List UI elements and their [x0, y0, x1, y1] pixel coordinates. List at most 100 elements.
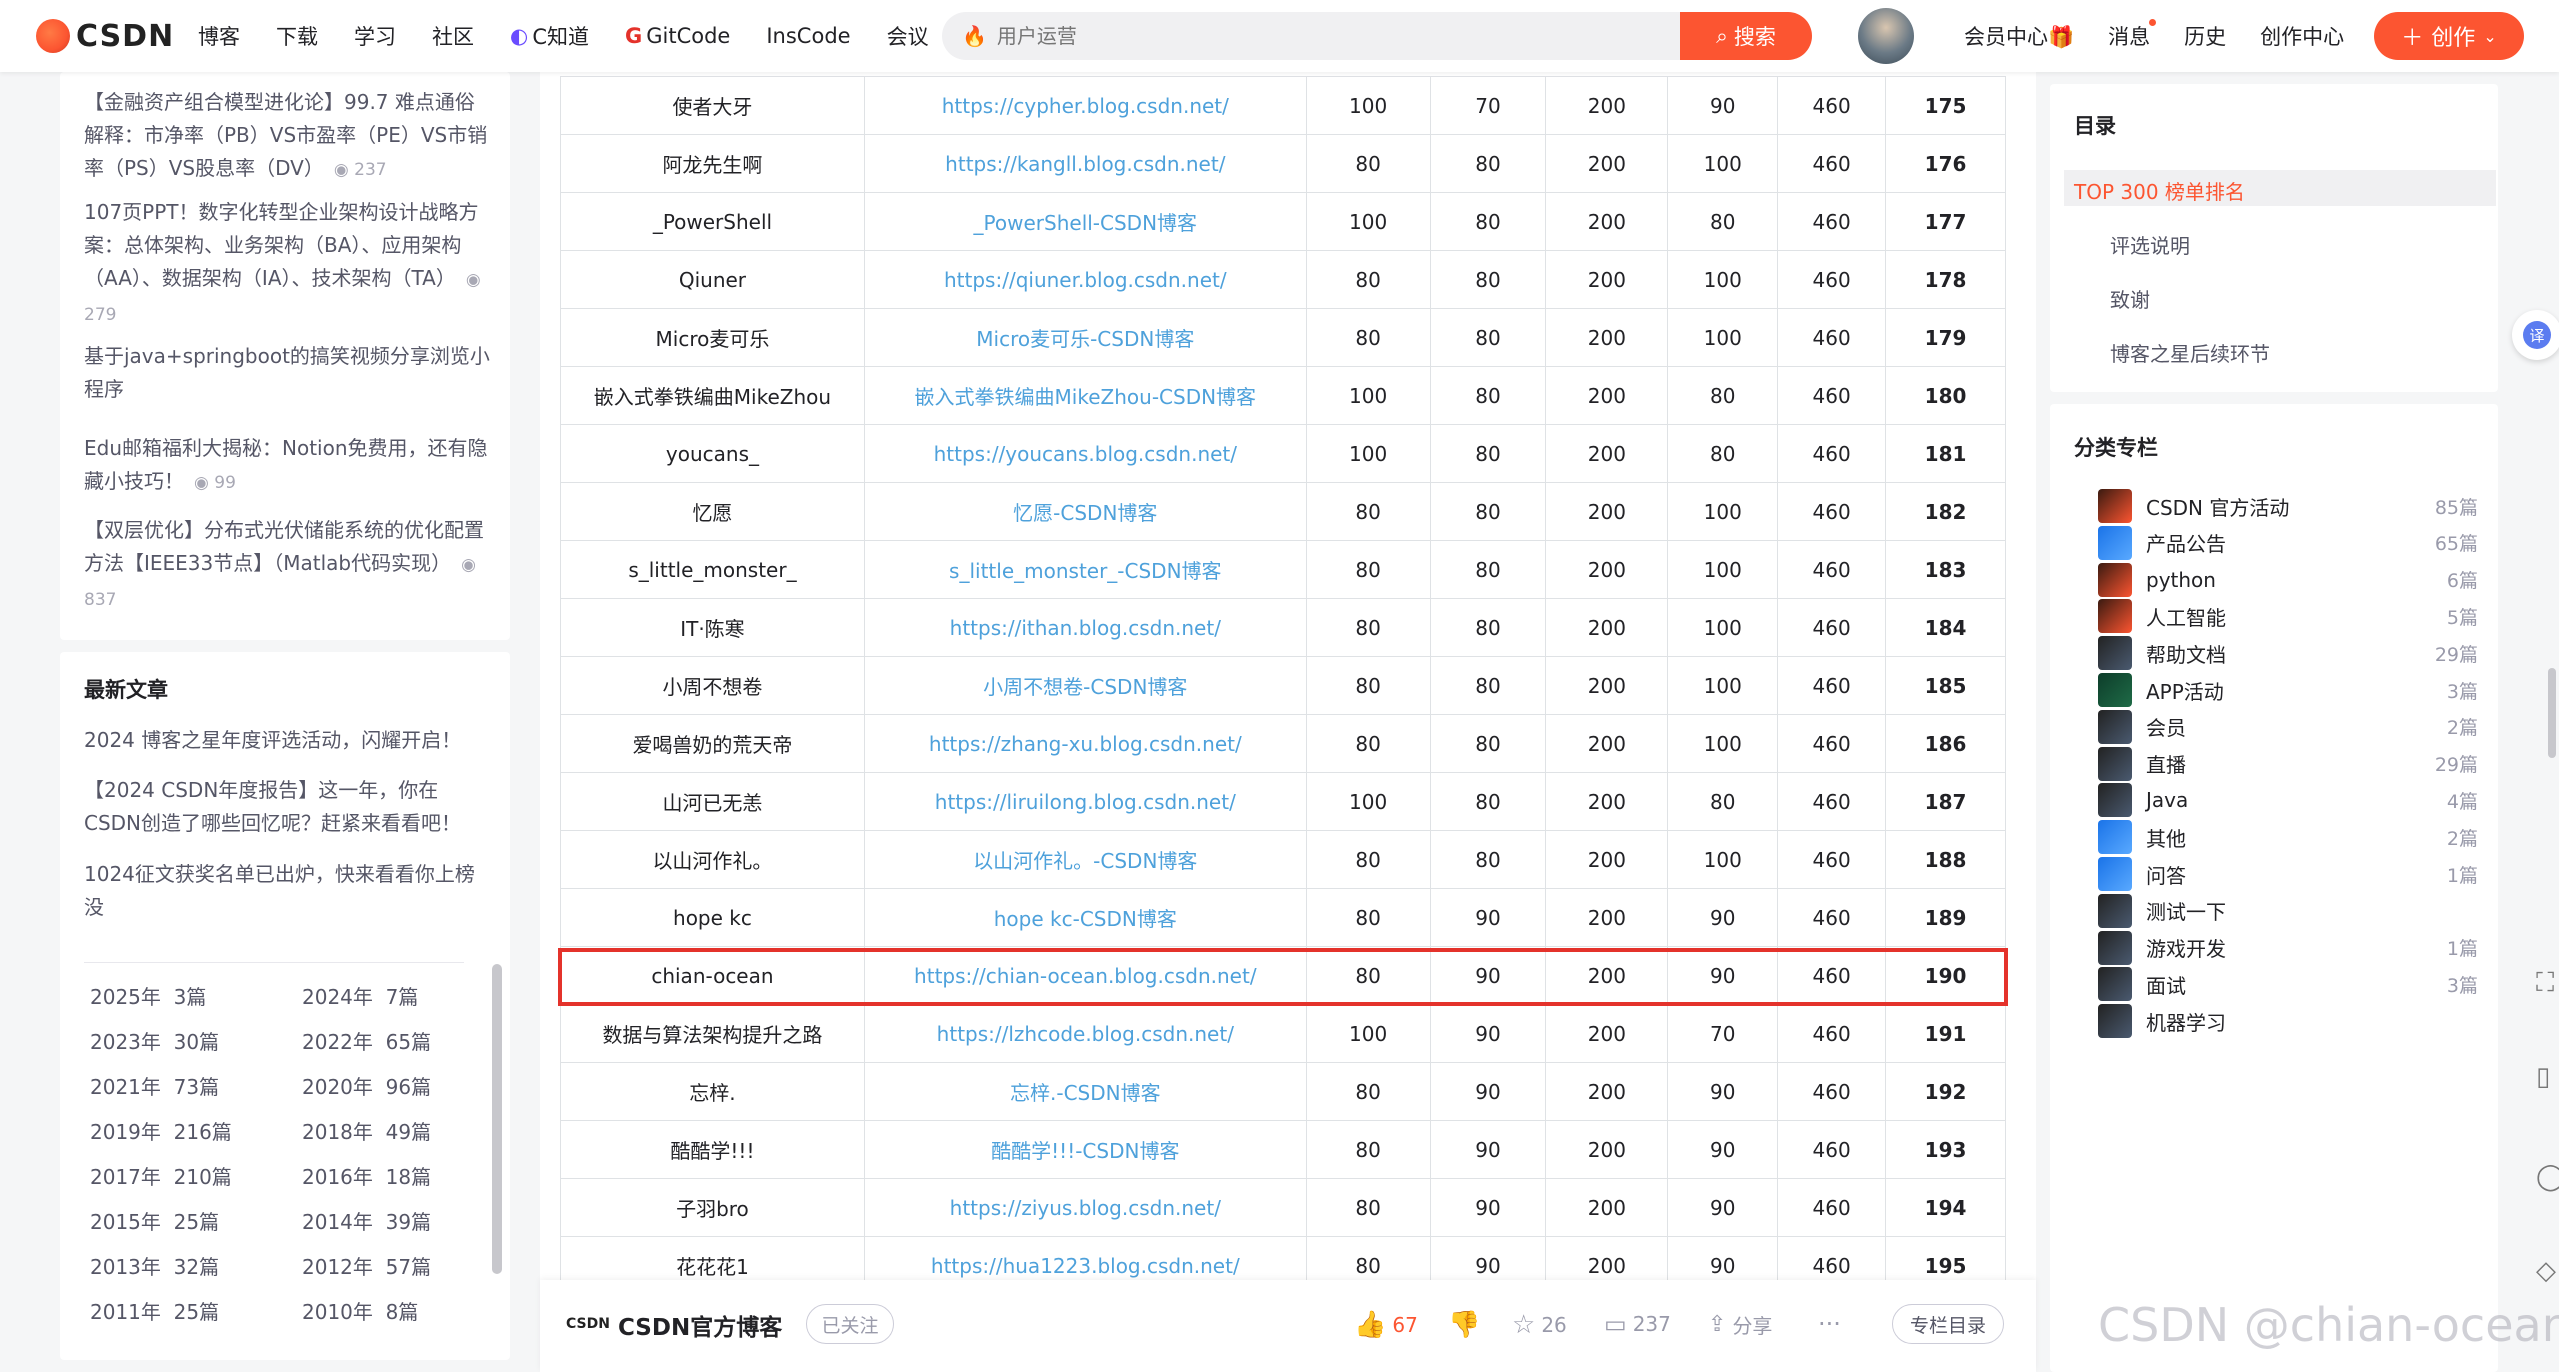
create-button[interactable]: ＋创作 ⌄ [2374, 12, 2524, 60]
related-article[interactable]: 基于java+springboot的搞笑视频分享浏览小程序 [84, 340, 490, 406]
nav-gitcode[interactable]: G GitCode [607, 24, 748, 48]
user-avatar[interactable] [1858, 8, 1914, 64]
table-row: chian-ocean https://chian-ocean.blog.csdn… [560, 946, 2006, 1005]
latest-article[interactable]: 1024征文获奖名单已出炉，快来看看你上榜没 [84, 858, 490, 924]
author-name[interactable]: CSDN官方博客 [618, 1308, 782, 1342]
archive-item[interactable]: 2021年 73篇 [90, 1071, 219, 1100]
blog-link-cell[interactable]: 小周不想卷-CSDN博客 [863, 656, 1307, 715]
more-icon[interactable]: ··· [1818, 1310, 1841, 1338]
blog-link-cell[interactable]: 嵌入式拳铁编曲MikeZhou-CSDN博客 [863, 366, 1307, 425]
follow-button[interactable]: 已关注 [806, 1304, 894, 1344]
archive-item[interactable]: 2015年 25篇 [90, 1206, 219, 1235]
category-item[interactable]: 问答 1篇 [2098, 854, 2478, 894]
nav-inscode[interactable]: InsCode [748, 24, 868, 48]
score-cell: 90 [1429, 946, 1547, 1005]
blog-link-cell[interactable]: https://ziyus.blog.csdn.net/ [863, 1178, 1307, 1237]
toc-item-thanks[interactable]: 致谢 [2110, 284, 2150, 313]
like-button[interactable]: 👍 67 [1354, 1310, 1418, 1340]
dislike-button[interactable]: 👎 [1448, 1310, 1480, 1340]
blog-link-cell[interactable]: https://ithan.blog.csdn.net/ [863, 598, 1307, 657]
blog-link-cell[interactable]: Micro麦可乐-CSDN博客 [863, 308, 1307, 367]
toc-item-next[interactable]: 博客之星后续环节 [2110, 338, 2270, 367]
page-scrollbar[interactable] [2548, 668, 2556, 758]
category-item[interactable]: APP活动 3篇 [2098, 670, 2478, 710]
blog-link-cell[interactable]: https://cypher.blog.csdn.net/ [863, 76, 1307, 135]
blog-link-cell[interactable]: _PowerShell-CSDN博客 [863, 192, 1307, 251]
nav-meeting[interactable]: 会议 [869, 21, 947, 51]
category-item[interactable]: Java 4篇 [2098, 780, 2478, 820]
archive-item[interactable]: 2024年 7篇 [302, 981, 418, 1010]
archive-item[interactable]: 2013年 32篇 [90, 1251, 219, 1280]
share-button[interactable]: ⇪ 分享 [1708, 1310, 1772, 1339]
blog-link-cell[interactable]: https://lzhcode.blog.csdn.net/ [863, 1004, 1307, 1063]
messages-link[interactable]: 消息 [2108, 19, 2157, 51]
archive-item[interactable]: 2023年 30篇 [90, 1026, 219, 1055]
blog-link-cell[interactable]: hope kc-CSDN博客 [863, 888, 1307, 947]
category-item[interactable]: 人工智能 5篇 [2098, 596, 2478, 636]
latest-article[interactable]: 2024 博客之星年度评选活动，闪耀开启！ [84, 724, 490, 757]
nav-learn[interactable]: 学习 [336, 21, 414, 51]
toc-item-top300[interactable]: TOP 300 榜单排名 [2074, 176, 2245, 205]
archive-item[interactable]: 2010年 8篇 [302, 1296, 418, 1325]
category-item[interactable]: 测试一下 [2098, 891, 2478, 931]
archive-scrollbar[interactable] [492, 964, 502, 1274]
blog-link-cell[interactable]: s_little_monster_-CSDN博客 [863, 540, 1307, 599]
category-item[interactable]: 帮助文档 29篇 [2098, 633, 2478, 673]
related-article[interactable]: 【双层优化】分布式光伏储能系统的优化配置方法【IEEE33节点】（Matlab代… [84, 514, 490, 617]
favorite-button[interactable]: ☆ 26 [1512, 1310, 1567, 1340]
nav-community[interactable]: 社区 [414, 21, 492, 51]
category-item[interactable]: 机器学习 [2098, 1001, 2478, 1041]
blog-link-cell[interactable]: https://hua1223.blog.csdn.net/ [863, 1236, 1307, 1280]
nav-cknow[interactable]: ◐ C知道 [492, 21, 607, 51]
nav-blog[interactable]: 博客 [180, 21, 258, 51]
mobile-icon[interactable]: ▯ [2536, 1062, 2550, 1092]
member-center-link[interactable]: 会员中心🎁 [1964, 21, 2074, 51]
category-item[interactable]: 面试 3篇 [2098, 964, 2478, 1004]
chat-icon[interactable]: ◯ [2536, 1162, 2559, 1192]
related-article[interactable]: Edu邮箱福利大揭秘：Notion免费用，还有隐藏小技巧！ ◉ 99 [84, 432, 490, 500]
archive-item[interactable]: 2020年 96篇 [302, 1071, 431, 1100]
blog-link-cell[interactable]: https://liruilong.blog.csdn.net/ [863, 772, 1307, 831]
related-article[interactable]: 【金融资产组合模型进化论】99.7 难点通俗解释：市净率（PB）VS市盈率（PE… [84, 86, 490, 187]
category-item[interactable]: 产品公告 65篇 [2098, 523, 2478, 563]
nav-download[interactable]: 下载 [258, 21, 336, 51]
latest-article[interactable]: 【2024 CSDN年度报告】这一年，你在CSDN创造了哪些回忆呢？赶紧来看看吧… [84, 774, 490, 840]
toc-item-rules[interactable]: 评选说明 [2110, 230, 2190, 259]
archive-item[interactable]: 2025年 3篇 [90, 981, 206, 1010]
search-input[interactable] [986, 12, 1680, 60]
comment-button[interactable]: ▭ 237 [1604, 1310, 1671, 1338]
blog-link-cell[interactable]: https://youcans.blog.csdn.net/ [863, 424, 1307, 483]
blog-link-cell[interactable]: 以山河作礼。-CSDN博客 [863, 830, 1307, 889]
creator-center-link[interactable]: 创作中心 [2260, 21, 2344, 51]
translate-button[interactable]: 译 [2512, 310, 2559, 360]
archive-item[interactable]: 2011年 25篇 [90, 1296, 219, 1325]
fullscreen-icon[interactable]: ⛶ [2536, 968, 2554, 999]
category-item[interactable]: 其他 2篇 [2098, 817, 2478, 857]
archive-item[interactable]: 2022年 65篇 [302, 1026, 431, 1055]
category-item[interactable]: python 6篇 [2098, 560, 2478, 600]
category-item[interactable]: 会员 2篇 [2098, 707, 2478, 747]
archive-item[interactable]: 2019年 216篇 [90, 1116, 232, 1145]
archive-item[interactable]: 2018年 49篇 [302, 1116, 431, 1145]
blog-link-cell[interactable]: https://zhang-xu.blog.csdn.net/ [863, 714, 1307, 773]
blog-link-cell[interactable]: https://kangll.blog.csdn.net/ [863, 134, 1307, 193]
category-item[interactable]: 直播 29篇 [2098, 744, 2478, 784]
blog-link-cell[interactable]: 忘梓.-CSDN博客 [863, 1062, 1307, 1121]
feedback-icon[interactable]: ◇ [2536, 1256, 2556, 1286]
archive-item[interactable]: 2016年 18篇 [302, 1161, 431, 1190]
archive-item[interactable]: 2014年 39篇 [302, 1206, 431, 1235]
history-link[interactable]: 历史 [2184, 21, 2226, 51]
category-item[interactable]: 游戏开发 1篇 [2098, 928, 2478, 968]
csdn-logo[interactable]: CSDN [36, 18, 174, 54]
blog-link-cell[interactable]: https://chian-ocean.blog.csdn.net/ [863, 946, 1307, 1005]
blog-link-cell[interactable]: https://qiuner.blog.csdn.net/ [863, 250, 1307, 309]
category-item[interactable]: CSDN 官方活动 85篇 [2098, 486, 2478, 526]
related-article[interactable]: 107页PPT！数字化转型企业架构设计战略方案：总体架构、业务架构（BA）、应用… [84, 196, 490, 332]
search-button[interactable]: ⌕ 搜索 [1680, 12, 1812, 60]
archive-item[interactable]: 2017年 210篇 [90, 1161, 232, 1190]
blog-link-cell[interactable]: 酷酷学!!!-CSDN博客 [863, 1120, 1307, 1179]
score-cell: 100 [1667, 830, 1779, 889]
archive-item[interactable]: 2012年 57篇 [302, 1251, 431, 1280]
blog-link-cell[interactable]: 忆愿-CSDN博客 [863, 482, 1307, 541]
column-catalog-button[interactable]: 专栏目录 [1892, 1304, 2004, 1344]
